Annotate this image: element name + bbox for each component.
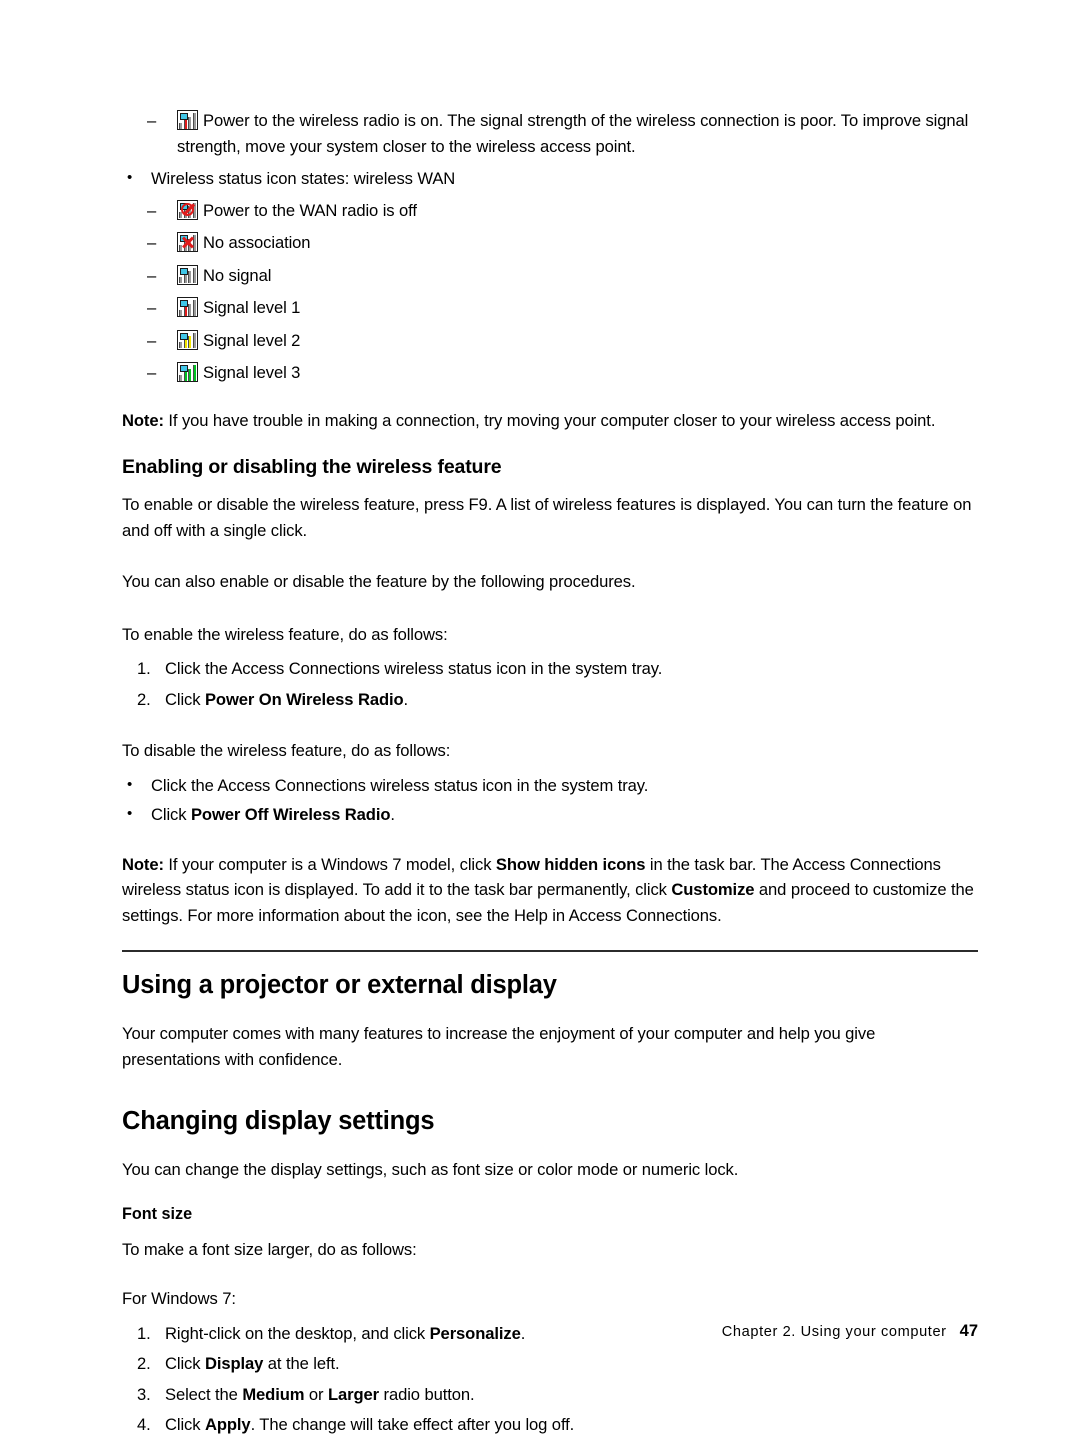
step-number: 2. [137, 689, 151, 709]
step-emphasis: Display [204, 1354, 264, 1373]
para-to-enable: To enable the wireless feature, do as fo… [122, 624, 448, 644]
list-item: Click Power Off Wireless Radio. [122, 801, 978, 828]
list-item: Click the Access Connections wireless st… [122, 772, 978, 799]
step-text-mid: or [304, 1384, 328, 1404]
para-projector: Your computer comes with many features t… [122, 1024, 876, 1069]
step-emphasis: Apply [204, 1415, 251, 1434]
list-item: 2. Click Power On Wireless Radio. [122, 687, 978, 713]
note-label: Note: [122, 854, 164, 874]
wan-signal-level-2-icon [177, 329, 198, 350]
note-text: If you have trouble in making a connecti… [163, 410, 936, 430]
list-item: 1. Click the Access Connections wireless … [122, 656, 978, 682]
list-item: Power to the WAN radio is off [122, 198, 978, 224]
step-text-post: radio button. [379, 1384, 475, 1404]
step-text-post: . [403, 689, 409, 709]
list-item: 3. Select the Medium or Larger radio butt… [122, 1382, 978, 1408]
note-emphasis-2: Customize [671, 880, 755, 899]
note-text-1: If your computer is a Windows 7 model, c… [163, 854, 496, 874]
para-to-disable: To disable the wireless feature, do as f… [122, 741, 451, 760]
step-text: Click [151, 805, 191, 824]
wlan-status-list: Power to the wireless radio is on. The s… [122, 108, 978, 159]
step-text-post: . The change will take effect after you … [250, 1415, 575, 1434]
heading-enabling-wireless: Enabling or disabling the wireless featu… [122, 456, 502, 478]
step-number: 1. [137, 659, 151, 678]
list-item-label: Power to the WAN radio is off [203, 200, 417, 220]
para-changing-display: You can change the display settings, suc… [122, 1160, 739, 1179]
disable-steps-list: Click the Access Connections wireless st… [122, 772, 978, 828]
list-item-label: No association [203, 233, 311, 252]
footer-page-number: 47 [959, 1322, 978, 1340]
wan-no-signal-icon [177, 264, 198, 285]
list-item: Signal level 1 [122, 295, 978, 321]
heading-font-size: Font size [122, 1204, 193, 1223]
list-item-label: No signal [203, 265, 272, 285]
step-text-post: at the left. [263, 1354, 340, 1373]
step-emphasis: Power Off Wireless Radio [190, 805, 391, 824]
list-item-label: Signal level 3 [203, 363, 301, 382]
step-number: 3. [137, 1384, 151, 1404]
step-text: Click the Access Connections wireless st… [151, 775, 649, 795]
step-text: Click [165, 1415, 205, 1434]
enable-steps-list: 1. Click the Access Connections wireless … [122, 656, 978, 712]
step-text: Select the [165, 1384, 243, 1404]
step-emphasis: Power On Wireless Radio [204, 689, 404, 709]
wan-no-association-icon [177, 232, 198, 252]
para-press-f9: To enable or disable the wireless featur… [122, 495, 972, 540]
list-item: 4. Click Apply. The change will take effe… [122, 1412, 978, 1438]
step-emphasis: Medium [242, 1384, 305, 1404]
step-number: 2. [137, 1354, 151, 1373]
list-item-label: Signal level 2 [203, 330, 301, 350]
step-number: 4. [137, 1415, 151, 1434]
para-also-enable: You can also enable or disable the featu… [122, 572, 636, 591]
section-divider [122, 950, 978, 952]
wan-status-list: Power to the WAN radio is off No associa… [122, 198, 978, 386]
step-text: Click the Access Connections wireless st… [165, 659, 663, 678]
list-item-label: Signal level 1 [203, 298, 301, 317]
heading-using-projector: Using a projector or external display [122, 971, 557, 999]
list-item: 2. Click Display at the left. [122, 1351, 978, 1377]
step-text: Click [165, 689, 205, 709]
wan-radio-off-icon [177, 199, 198, 220]
step-emphasis-2: Larger [327, 1384, 380, 1404]
document-page: Power to the wireless radio is on. The s… [0, 0, 1080, 1434]
list-item: No association [122, 230, 978, 256]
wan-bullet-list: Wireless status icon states: wireless WA… [122, 165, 978, 192]
list-item-label: Power to the wireless radio is on. The s… [177, 111, 969, 156]
note-connection: Note: If you have trouble in making a co… [122, 408, 978, 434]
para-font-larger: To make a font size larger, do as follow… [122, 1239, 417, 1259]
list-item: Signal level 3 [122, 360, 978, 386]
para-for-windows7: For Windows 7: [122, 1289, 236, 1308]
list-item: Power to the wireless radio is on. The s… [122, 108, 978, 159]
signal-poor-icon [177, 110, 198, 130]
list-item: Signal level 2 [122, 328, 978, 354]
step-text: Click [165, 1354, 205, 1373]
list-item: Wireless status icon states: wireless WA… [122, 165, 978, 192]
wan-signal-level-1-icon [177, 297, 198, 317]
note-emphasis-1: Show hidden icons [495, 854, 646, 874]
page-footer: Chapter 2. Using your computer 47 [122, 1322, 978, 1341]
step-text-post: . [390, 805, 395, 824]
heading-changing-display-settings: Changing display settings [122, 1107, 435, 1135]
note-windows7: Note: If your computer is a Windows 7 mo… [122, 852, 978, 929]
wan-signal-level-3-icon [177, 362, 198, 382]
list-item: No signal [122, 263, 978, 289]
footer-chapter-label: Chapter 2. Using your computer [721, 1324, 947, 1340]
note-label: Note: [122, 410, 164, 430]
